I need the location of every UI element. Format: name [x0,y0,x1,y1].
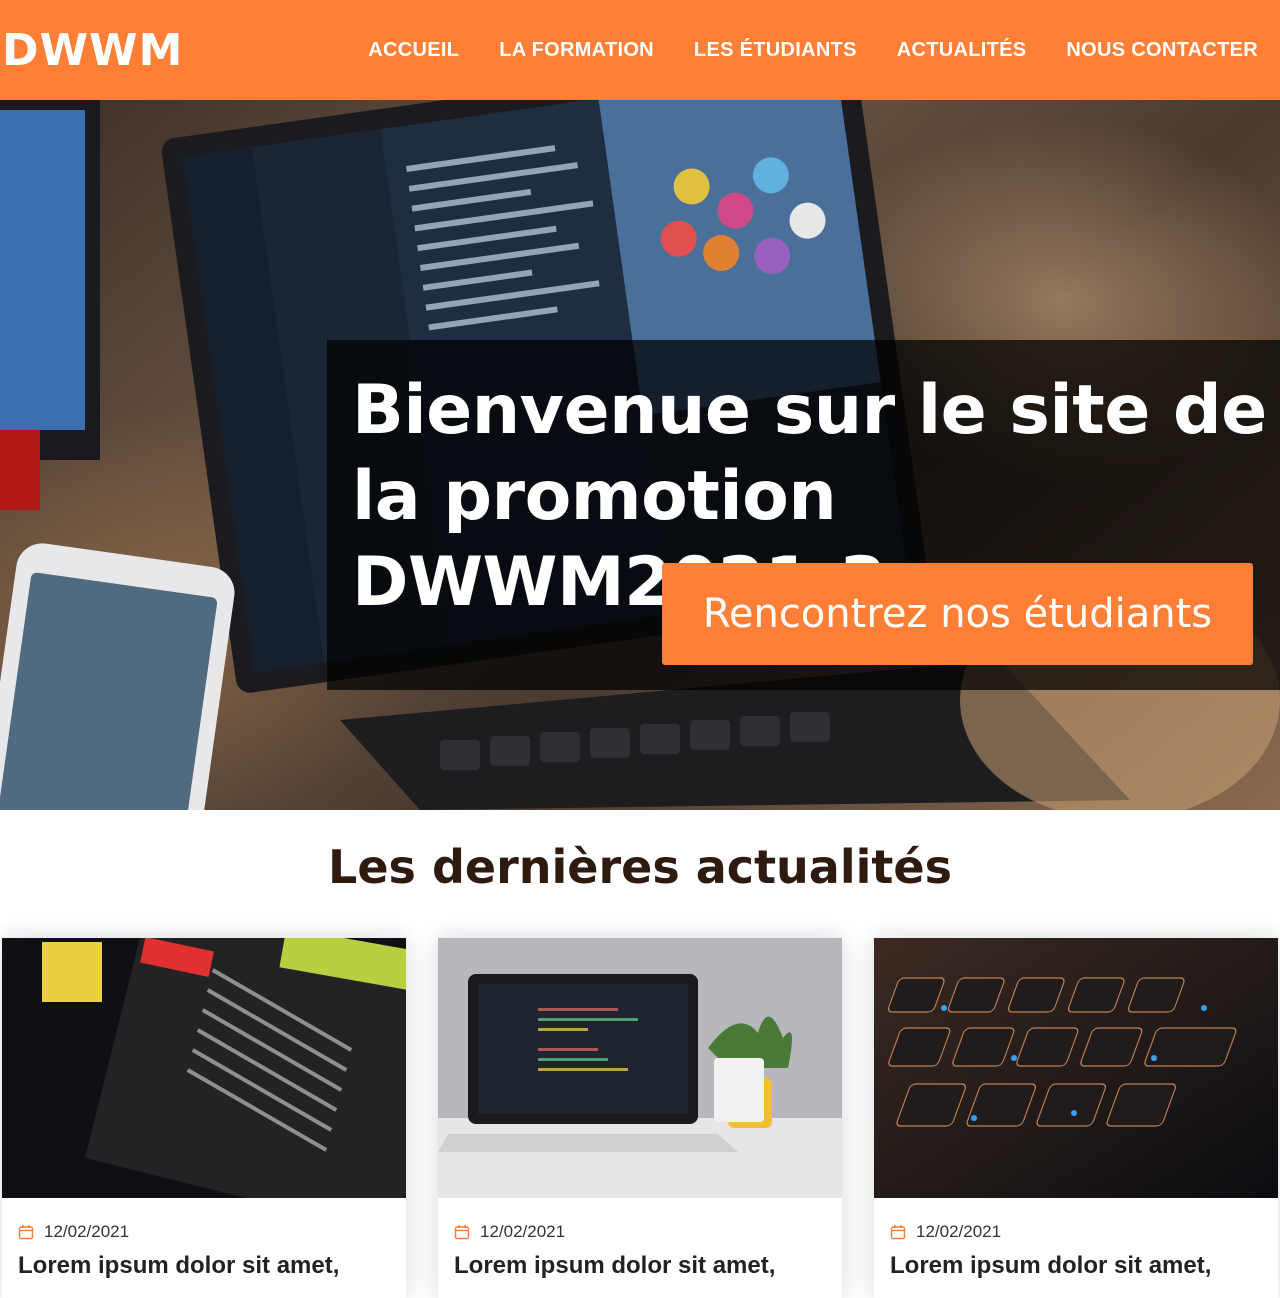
news-card-image [874,938,1278,1198]
news-card[interactable]: 12/02/2021 Lorem ipsum dolor sit amet, [2,938,406,1298]
news-card-date: 12/02/2021 [454,1222,565,1242]
news-card[interactable]: 12/02/2021 Lorem ipsum dolor sit amet, [874,938,1278,1298]
calendar-icon [890,1225,906,1240]
nav-item-contact[interactable]: NOUS CONTACTER [1066,39,1258,62]
main-nav: ACCUEIL LA FORMATION LES ÉTUDIANTS ACTUA… [368,39,1258,62]
news-card-date: 12/02/2021 [18,1222,129,1242]
nav-item-formation[interactable]: LA FORMATION [499,39,654,62]
news-card-title[interactable]: Lorem ipsum dolor sit amet, [454,1252,775,1280]
news-card-image [2,938,406,1198]
news-card-date-text: 12/02/2021 [480,1222,566,1241]
calendar-icon [18,1225,34,1240]
news-heading: Les dernières actualités [328,840,952,894]
hero-banner: Bienvenue sur le site de la promotion DW… [0,100,1280,810]
nav-item-etudiants[interactable]: LES ÉTUDIANTS [694,39,857,62]
news-card-title[interactable]: Lorem ipsum dolor sit amet, [890,1252,1211,1280]
site-logo[interactable]: DWWM [2,25,183,76]
news-card-image [438,938,842,1198]
site-header: DWWM ACCUEIL LA FORMATION LES ÉTUDIANTS … [0,0,1280,100]
news-card-title[interactable]: Lorem ipsum dolor sit amet, [18,1252,339,1280]
nav-item-accueil[interactable]: ACCUEIL [368,39,459,62]
news-card[interactable]: 12/02/2021 Lorem ipsum dolor sit amet, [438,938,842,1298]
calendar-icon [454,1225,470,1240]
news-card-date-text: 12/02/2021 [916,1222,1002,1241]
news-card-date: 12/02/2021 [890,1222,1001,1242]
meet-students-button[interactable]: Rencontrez nos étudiants [662,563,1253,665]
news-card-date-text: 12/02/2021 [44,1222,130,1241]
nav-item-actualites[interactable]: ACTUALITÉS [897,39,1027,62]
